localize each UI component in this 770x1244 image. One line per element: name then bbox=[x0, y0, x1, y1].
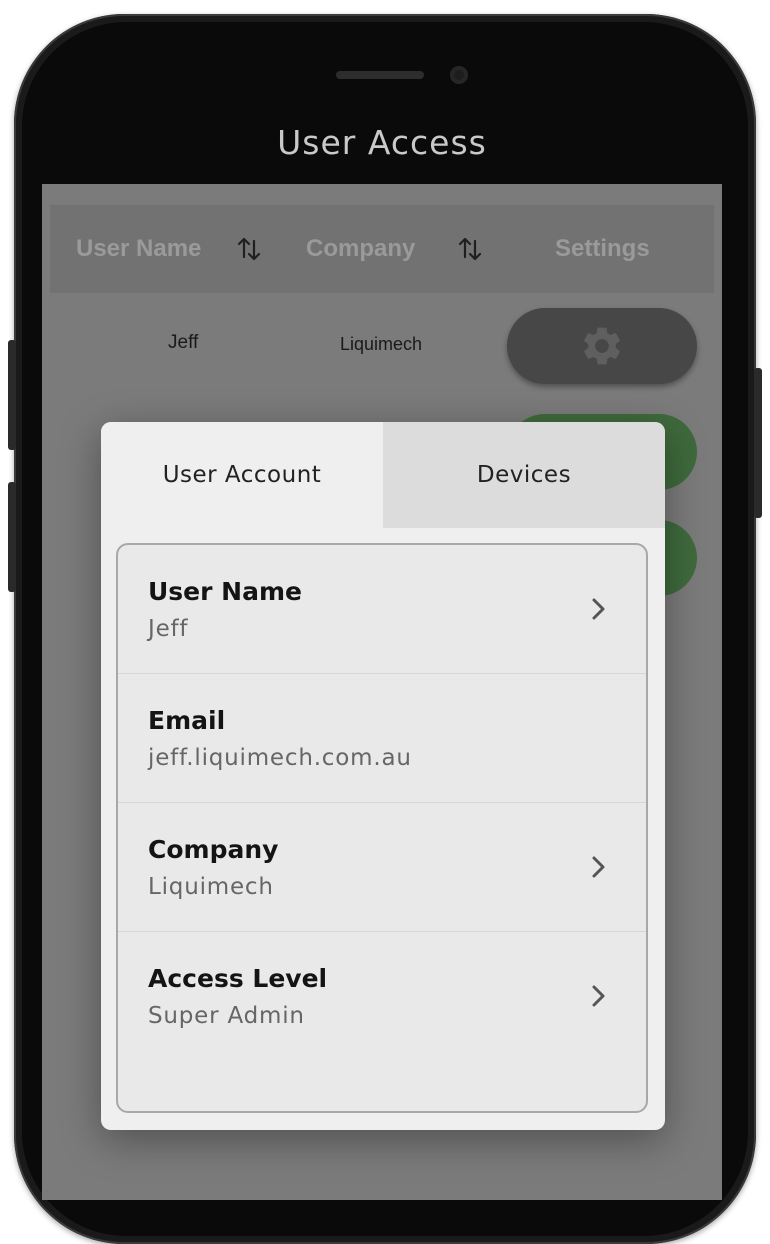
power-button bbox=[754, 368, 762, 518]
modal-tabs: User Account Devices bbox=[101, 422, 665, 528]
tab-label: Devices bbox=[476, 462, 572, 488]
table-header: User Name Company Settings bbox=[50, 205, 714, 293]
speaker-grille bbox=[336, 71, 424, 79]
column-header-user-name[interactable]: User Name bbox=[76, 205, 201, 293]
row-user-name: Jeff bbox=[168, 332, 199, 353]
field-label: Company bbox=[148, 835, 279, 864]
field-value: Super Admin bbox=[148, 1003, 305, 1029]
sort-arrows-icon[interactable] bbox=[235, 235, 263, 263]
field-value: Liquimech bbox=[148, 874, 274, 900]
field-user-name[interactable]: User Name Jeff bbox=[118, 545, 646, 674]
column-header-company[interactable]: Company bbox=[306, 205, 415, 293]
volume-down-button bbox=[8, 482, 16, 592]
column-header-settings: Settings bbox=[555, 235, 650, 262]
gear-icon bbox=[584, 327, 620, 365]
tab-label: User Account bbox=[162, 462, 322, 488]
app-header: User Access bbox=[42, 100, 722, 184]
page-title: User Access bbox=[277, 122, 487, 162]
tab-user-account[interactable]: User Account bbox=[101, 422, 383, 528]
row-company: Liquimech bbox=[340, 334, 423, 354]
account-details-card: User Name Jeff Email jeff.liquimech.com.… bbox=[116, 543, 648, 1113]
tab-devices[interactable]: Devices bbox=[383, 422, 665, 528]
field-label: User Name bbox=[148, 577, 302, 606]
field-label: Email bbox=[148, 706, 226, 735]
chevron-right-icon bbox=[592, 985, 605, 1007]
field-access-level[interactable]: Access Level Super Admin bbox=[118, 932, 646, 1060]
phone-notch bbox=[205, 34, 561, 100]
volume-up-button bbox=[8, 340, 16, 450]
field-company[interactable]: Company Liquimech bbox=[118, 803, 646, 932]
chevron-right-icon bbox=[592, 856, 605, 878]
front-camera bbox=[450, 66, 468, 84]
field-value: jeff.liquimech.com.au bbox=[148, 745, 412, 771]
field-label: Access Level bbox=[148, 964, 328, 993]
field-email: Email jeff.liquimech.com.au bbox=[118, 674, 646, 803]
sort-arrows-icon[interactable] bbox=[456, 235, 484, 263]
chevron-right-icon bbox=[592, 598, 605, 620]
user-detail-modal: User Account Devices User Name Jeff Emai… bbox=[101, 422, 665, 1130]
field-value: Jeff bbox=[148, 616, 189, 642]
settings-button[interactable] bbox=[507, 308, 697, 384]
